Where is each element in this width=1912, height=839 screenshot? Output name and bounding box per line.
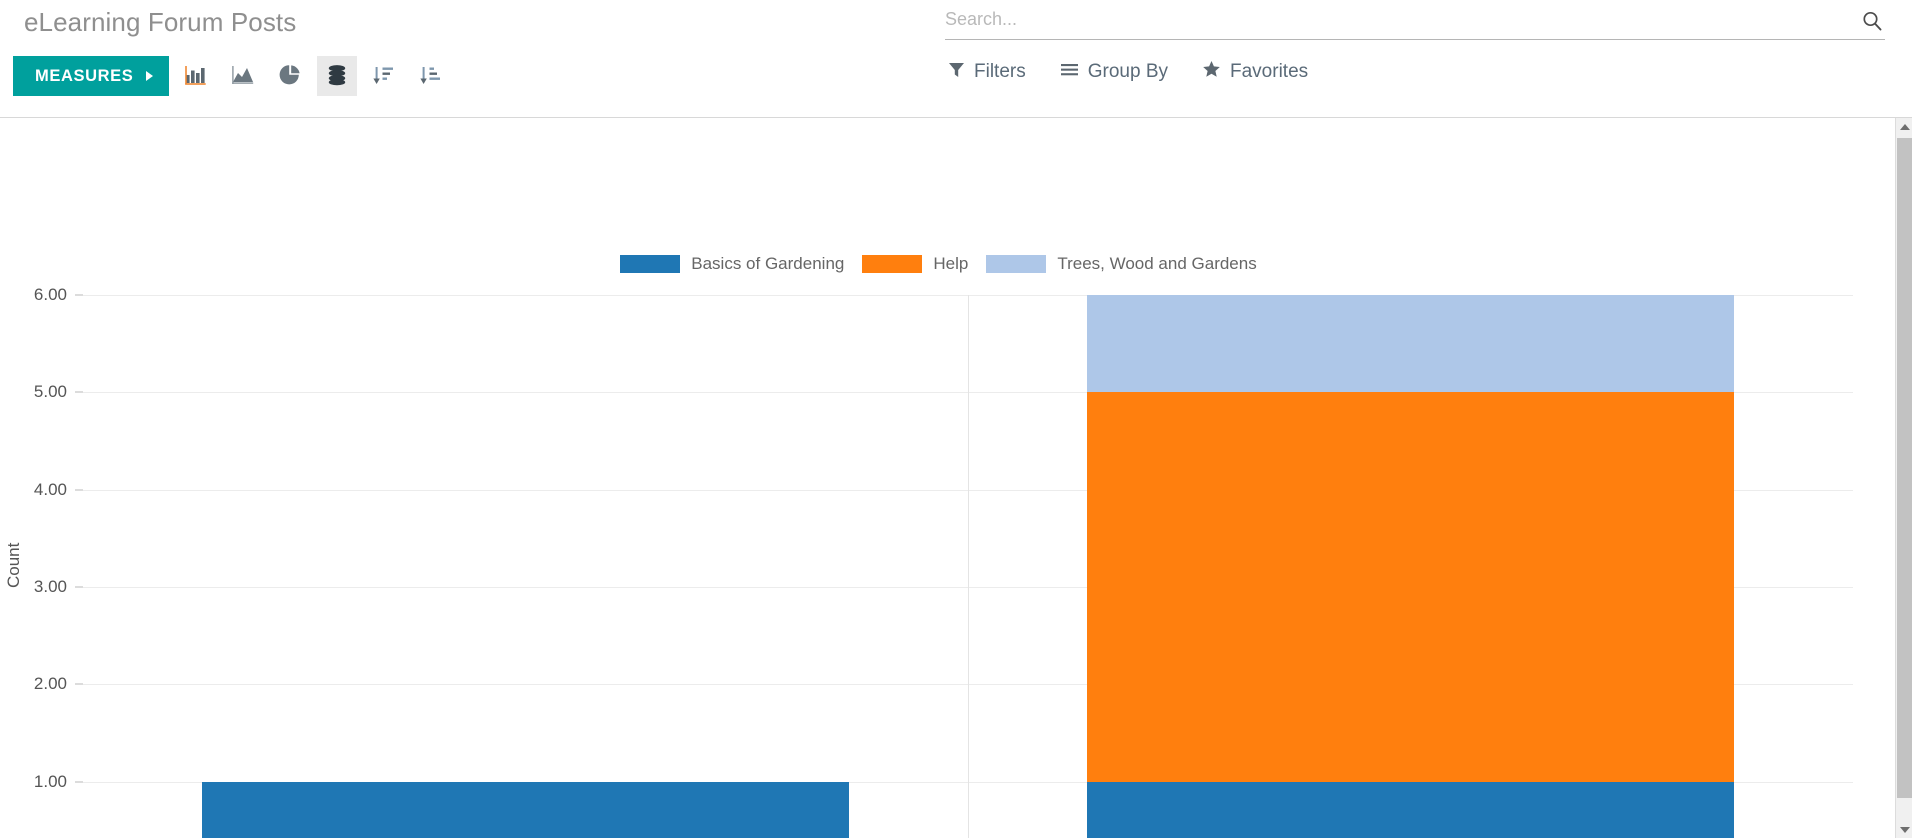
y-axis-title: Count [4, 542, 23, 588]
y-tick-mark [75, 489, 83, 491]
view-switcher-group: MEASURES [13, 56, 451, 96]
y-tick-label: 3.00 [33, 577, 67, 596]
sort-ascending-button[interactable] [411, 56, 451, 96]
y-tick-mark [75, 683, 83, 685]
measures-button[interactable]: MEASURES [13, 56, 170, 96]
legend-label: Basics of Gardening [691, 254, 845, 273]
chevron-down-icon [1899, 826, 1910, 833]
legend-item[interactable]: Help [862, 254, 968, 274]
legend-item[interactable]: Trees, Wood and Gardens [986, 254, 1257, 274]
stacked-button[interactable] [317, 56, 358, 96]
sort-descending-icon [372, 63, 396, 90]
legend-label: Help [933, 254, 969, 273]
measures-label: MEASURES [35, 66, 134, 85]
breadcrumb[interactable]: eLearning Forum Posts [24, 7, 296, 38]
bar-chart-icon [184, 63, 208, 90]
legend-item[interactable]: Basics of Gardening [620, 254, 844, 274]
filters-menu[interactable]: Filters [948, 61, 1026, 84]
y-tick-label: 6.00 [33, 285, 67, 304]
search-icon[interactable] [1859, 8, 1885, 34]
line-chart-icon [231, 63, 255, 90]
y-tick-label: 1.00 [33, 771, 67, 791]
bar-segment[interactable] [1087, 392, 1734, 782]
star-icon [1202, 60, 1221, 84]
caret-right-icon [146, 71, 154, 81]
filter-menu-group: Filters Group By Favorites [948, 60, 1308, 84]
y-tick-mark [75, 586, 83, 588]
y-tick-mark [75, 391, 83, 393]
legend-swatch [862, 255, 923, 273]
favorites-label: Favorites [1230, 61, 1309, 82]
group-by-label: Group By [1087, 61, 1168, 82]
y-tick-label: 2.00 [33, 674, 67, 694]
y-tick-label: 5.00 [33, 382, 67, 402]
x-gridline [968, 295, 969, 838]
y-tick-mark [75, 294, 83, 296]
sort-ascending-icon [419, 63, 443, 90]
hamburger-icon [1060, 61, 1079, 84]
control-panel: eLearning Forum Posts MEASURES [0, 0, 1912, 118]
scrollbar-thumb[interactable] [1897, 138, 1912, 798]
scroll-down-button[interactable] [1896, 821, 1912, 838]
legend-swatch [620, 255, 681, 273]
bar-segment[interactable] [1087, 295, 1734, 393]
chart-container: Basics of Gardening Help Trees, Wood and G… [0, 118, 1912, 838]
search-view[interactable] [945, 4, 1885, 40]
group-by-menu[interactable]: Group By [1060, 61, 1168, 84]
filters-label: Filters [974, 61, 1026, 82]
favorites-menu[interactable]: Favorites [1202, 60, 1308, 84]
chevron-up-icon [1899, 123, 1910, 130]
y-tick-label: 4.00 [33, 479, 67, 499]
bar-segment[interactable] [202, 781, 849, 838]
bar-chart-button[interactable] [176, 56, 216, 96]
pie-chart-button[interactable] [270, 56, 310, 96]
scroll-up-button[interactable] [1896, 118, 1912, 135]
legend-label: Trees, Wood and Gardens [1057, 254, 1257, 273]
bar-segment[interactable] [1087, 781, 1734, 838]
chart-canvas[interactable]: Basics of Gardening Help Trees, Wood and G… [0, 118, 1895, 838]
vertical-scrollbar[interactable] [1895, 118, 1912, 838]
pie-chart-icon [278, 63, 302, 90]
search-input[interactable] [945, 9, 1859, 34]
plot-area: 0.001.002.003.004.005.006.00December 202… [34, 285, 1853, 838]
funnel-icon [948, 61, 965, 84]
sort-descending-button[interactable] [364, 56, 404, 96]
y-tick-mark [75, 781, 83, 783]
legend-swatch [986, 255, 1047, 273]
chart-legend: Basics of Gardening Help Trees, Wood and G… [0, 254, 1895, 274]
line-chart-button[interactable] [223, 56, 263, 96]
stacked-icon [325, 63, 349, 90]
